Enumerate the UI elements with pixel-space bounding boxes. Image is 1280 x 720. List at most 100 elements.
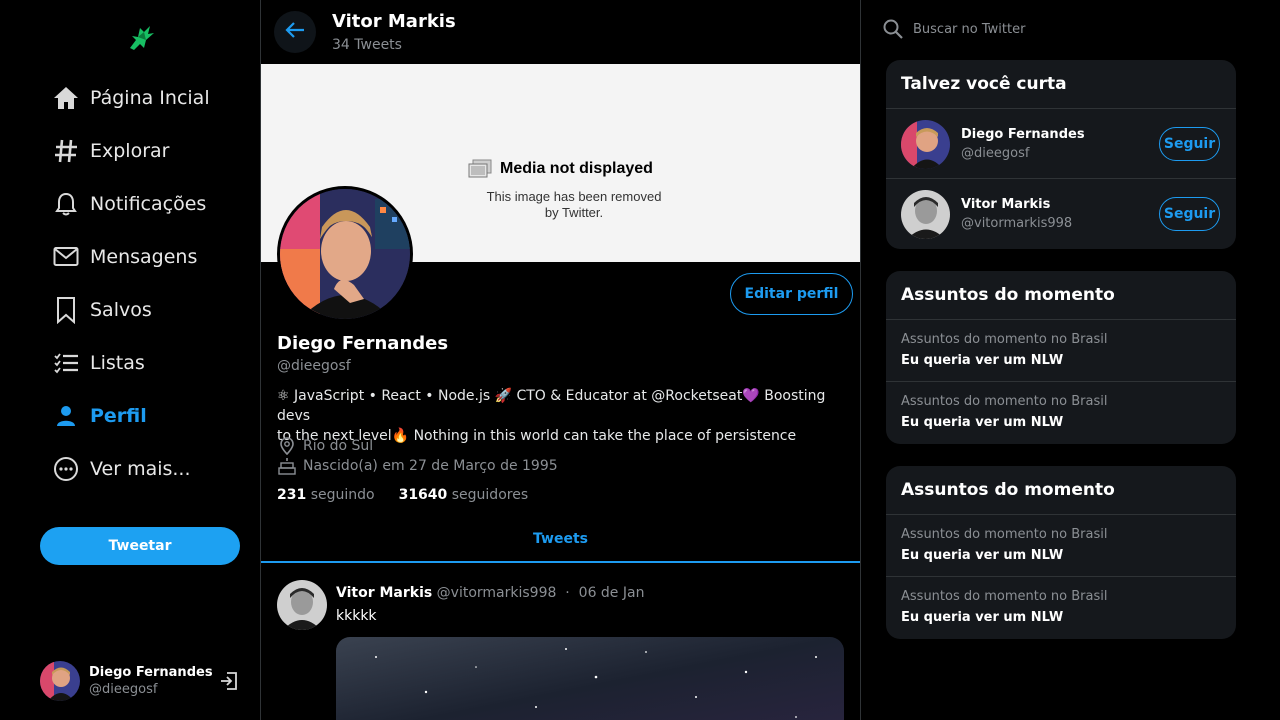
location-text: Rio do Sul (303, 438, 374, 454)
mail-icon (52, 243, 80, 271)
sidebar-item-profile[interactable]: Perfil (52, 401, 147, 431)
media-line: This image has been removed (486, 189, 662, 204)
sidebar-item-label: Listas (90, 352, 145, 374)
sidebar-item-label: Explorar (90, 140, 170, 162)
suggested-user-handle: @dieegosf (961, 146, 1030, 161)
trend-item[interactable]: Assuntos do momento no Brasil Eu queria … (886, 382, 1236, 444)
suggested-user[interactable]: Diego Fernandes @dieegosf Seguir (886, 109, 1236, 179)
suggested-user-handle: @vitormarkis998 (961, 216, 1073, 231)
bio-line: ⚛ JavaScript • React • Node.js 🚀 CTO & E… (277, 388, 826, 424)
tweet-item[interactable]: Vitor Markis @vitormarkis998 · 06 de Jan… (261, 563, 860, 720)
following-count: 231 (277, 487, 307, 503)
sidebar-item-messages[interactable]: Mensagens (52, 242, 197, 272)
home-icon (52, 84, 80, 112)
sidebar-item-label: Página Incial (90, 87, 210, 109)
trend-item[interactable]: Assuntos do momento no Brasil Eu queria … (886, 577, 1236, 639)
divider (860, 0, 861, 720)
person-icon (52, 402, 80, 430)
sidebar: Página Incial Explorar Notificações Mens… (0, 0, 260, 720)
logout-icon[interactable] (218, 670, 240, 692)
followers-count: 31640 (398, 487, 448, 503)
media-line: by Twitter. (544, 205, 604, 220)
profile-birthday: Nascido(a) em 27 de Março de 1995 (277, 457, 558, 475)
search-bar[interactable] (882, 16, 1242, 42)
card-title: Assuntos do momento (886, 271, 1236, 320)
page-title: Vitor Markis (332, 11, 456, 32)
sidebar-item-label: Mensagens (90, 246, 198, 268)
tweet-header: Vitor Markis @vitormarkis998 · 06 de Jan (336, 585, 644, 601)
trend-context: Assuntos do momento no Brasil (901, 527, 1108, 542)
location-pin-icon (277, 437, 297, 455)
back-button[interactable] (274, 11, 316, 53)
sidebar-item-label: Notificações (90, 193, 207, 215)
follow-stats: 231 seguindo 31640 seguidores (277, 487, 528, 503)
sidebar-item-label: Perfil (90, 405, 147, 427)
trend-context: Assuntos do momento no Brasil (901, 589, 1108, 604)
sidebar-item-label: Ver mais... (90, 458, 191, 480)
avatar[interactable] (901, 120, 950, 169)
avatar[interactable] (901, 190, 950, 239)
trends-card: Assuntos do momento Assuntos do momento … (886, 271, 1236, 444)
tweet-text: kkkkk (336, 608, 377, 624)
tweet-separator: · (565, 585, 570, 601)
trend-topic: Eu queria ver um NLW (901, 353, 1064, 368)
edit-profile-button[interactable]: Editar perfil (730, 273, 853, 315)
trend-item[interactable]: Assuntos do momento no Brasil Eu queria … (886, 320, 1236, 382)
tweet-author-handle: @vitormarkis998 (436, 585, 557, 601)
trend-item[interactable]: Assuntos do momento no Brasil Eu queria … (886, 515, 1236, 577)
following-label: seguindo (310, 487, 375, 503)
bird-logo-icon[interactable] (124, 22, 158, 56)
tweet-count: 34 Tweets (332, 37, 402, 53)
profile-handle: @dieegosf (277, 358, 351, 374)
profile-location: Rio do Sul (277, 437, 373, 455)
followers-link[interactable]: 31640 seguidores (399, 487, 529, 503)
arrow-left-icon (284, 19, 306, 45)
sidebar-item-lists[interactable]: Listas (52, 348, 145, 378)
sidebar-item-home[interactable]: Página Incial (52, 83, 210, 113)
followers-label: seguidores (451, 487, 529, 503)
follow-button[interactable]: Seguir (1159, 127, 1220, 161)
bookmark-icon (52, 296, 80, 324)
card-title: Talvez você curta (886, 60, 1236, 109)
tweet-button[interactable]: Tweetar (40, 527, 240, 565)
tweet-image[interactable] (336, 637, 844, 720)
sidebar-item-label: Salvos (90, 299, 152, 321)
search-icon (882, 18, 904, 40)
account-name: Diego Fernandes (89, 665, 213, 680)
broken-image-icon (468, 159, 492, 179)
profile-header: Vitor Markis 34 Tweets (261, 0, 860, 64)
who-to-follow-card: Talvez você curta Diego Fernandes @dieeg… (886, 60, 1236, 249)
trend-topic: Eu queria ver um NLW (901, 548, 1064, 563)
avatar[interactable] (277, 580, 327, 630)
hashtag-icon (52, 137, 80, 165)
tab-tweets[interactable]: Tweets (261, 515, 860, 563)
suggested-user-name: Vitor Markis (961, 197, 1051, 212)
media-title: Media not displayed (500, 160, 653, 177)
avatar (40, 661, 80, 701)
birthday-text: Nascido(a) em 27 de Março de 1995 (303, 458, 558, 474)
trends-card: Assuntos do momento Assuntos do momento … (886, 466, 1236, 639)
suggested-user[interactable]: Vitor Markis @vitormarkis998 Seguir (886, 179, 1236, 249)
tweet-author-name[interactable]: Vitor Markis (336, 585, 432, 601)
right-column: Talvez você curta Diego Fernandes @dieeg… (862, 0, 1280, 720)
sidebar-item-notifications[interactable]: Notificações (52, 189, 206, 219)
media-removed-notice: Media not displayed This image has been … (468, 159, 668, 221)
more-icon (52, 455, 80, 483)
sidebar-item-bookmarks[interactable]: Salvos (52, 295, 152, 325)
account-handle: @dieegosf (89, 682, 158, 697)
profile-name: Diego Fernandes (277, 333, 449, 354)
sidebar-item-explore[interactable]: Explorar (52, 136, 169, 166)
search-input[interactable] (913, 21, 1213, 37)
trend-topic: Eu queria ver um NLW (901, 610, 1064, 625)
account-switcher[interactable]: Diego Fernandes @dieegosf (40, 660, 250, 702)
profile-main: Vitor Markis 34 Tweets Media not display… (261, 0, 860, 720)
cake-icon (277, 457, 297, 475)
trend-context: Assuntos do momento no Brasil (901, 394, 1108, 409)
follow-button[interactable]: Seguir (1159, 197, 1220, 231)
tweet-date[interactable]: 06 de Jan (579, 585, 645, 601)
profile-avatar[interactable] (277, 186, 413, 322)
card-title: Assuntos do momento (886, 466, 1236, 515)
sidebar-item-more[interactable]: Ver mais... (52, 454, 191, 484)
following-link[interactable]: 231 seguindo (277, 487, 375, 503)
suggested-user-name: Diego Fernandes (961, 127, 1085, 142)
